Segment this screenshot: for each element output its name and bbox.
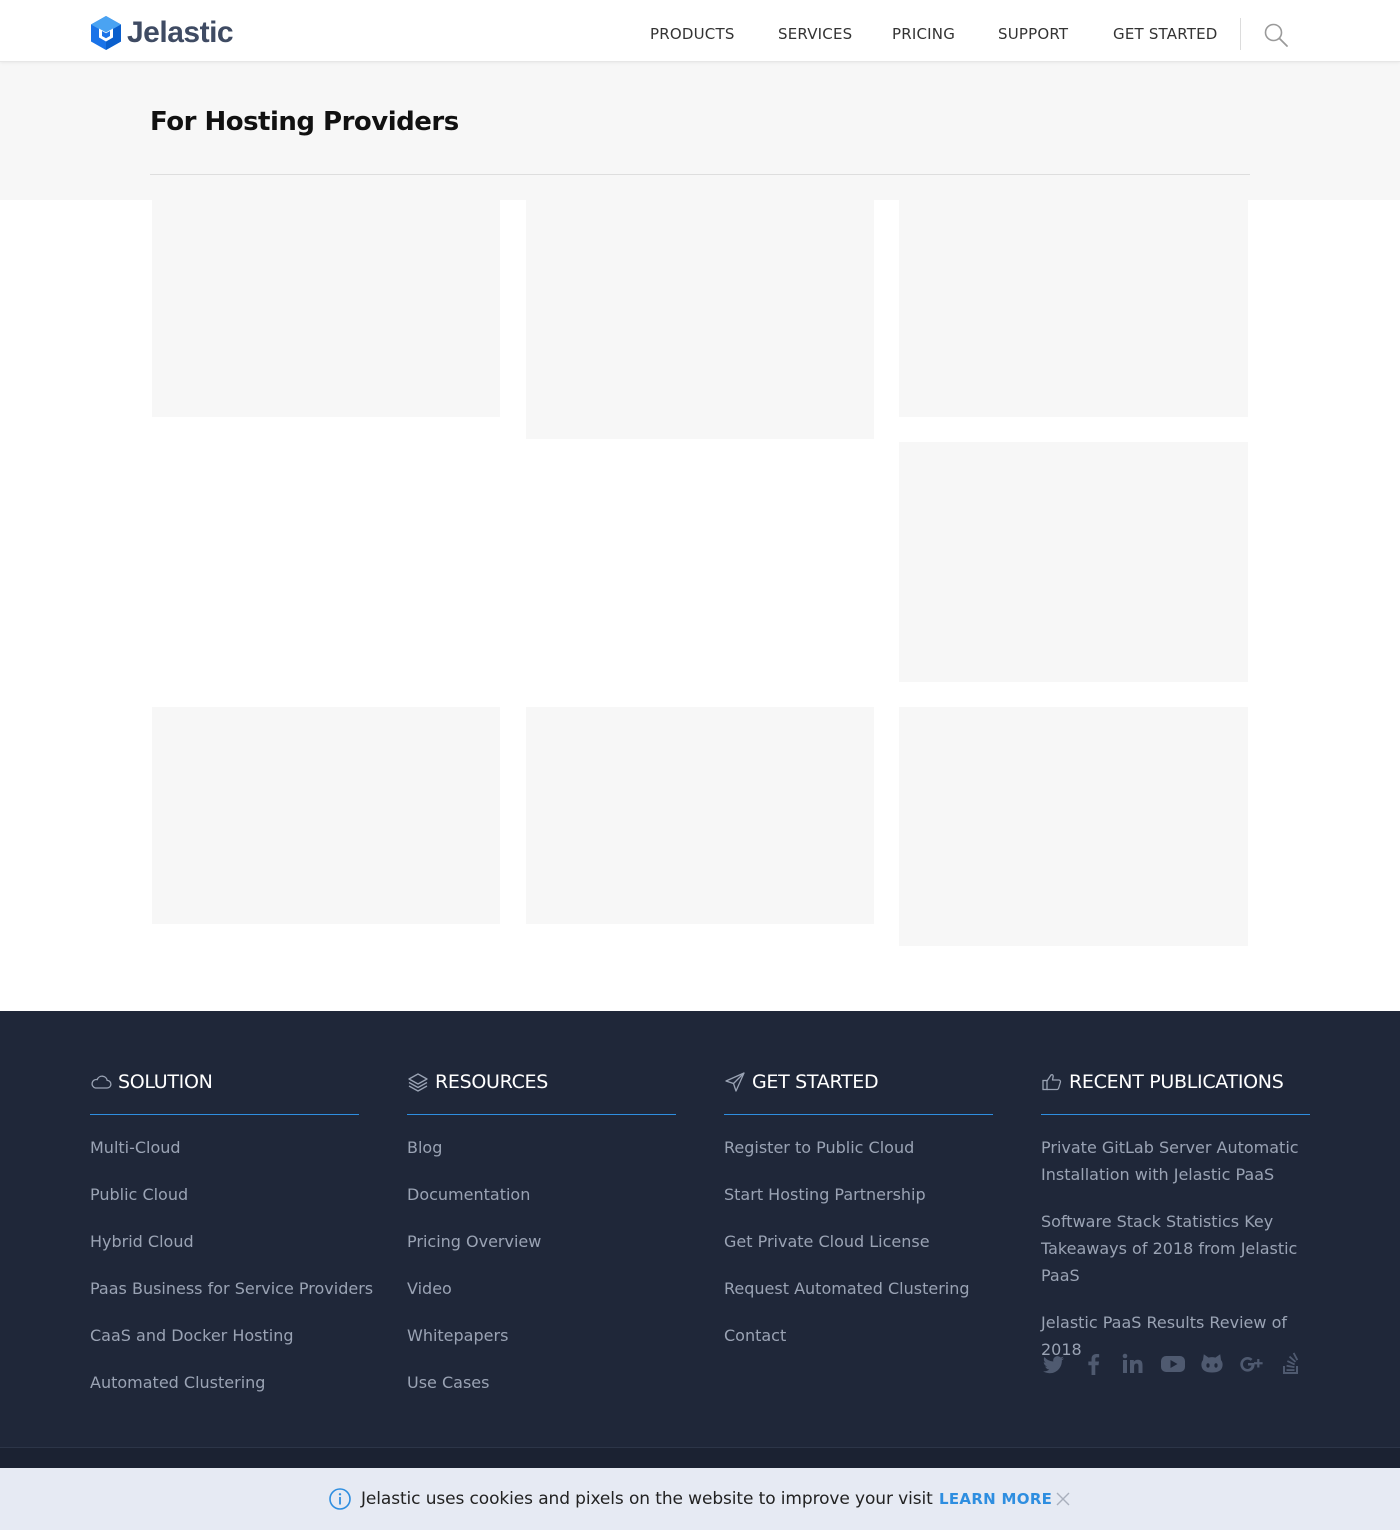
footer-heading-title: GET STARTED bbox=[752, 1071, 879, 1093]
github-icon[interactable] bbox=[1199, 1351, 1225, 1377]
footer-heading: RECENT PUBLICATIONS bbox=[1041, 1069, 1310, 1115]
content-card-placeholder bbox=[526, 707, 874, 924]
footer-link[interactable]: Automated Clustering bbox=[90, 1369, 265, 1396]
content-card-placeholder bbox=[152, 200, 500, 417]
content-card-placeholder bbox=[152, 707, 500, 924]
footer-link[interactable]: Contact bbox=[724, 1322, 786, 1349]
cookie-message: Jelastic uses cookies and pixels on the … bbox=[361, 1489, 933, 1509]
footer-heading-title: RECENT PUBLICATIONS bbox=[1069, 1071, 1284, 1093]
footer-link[interactable]: Video bbox=[407, 1275, 452, 1302]
jelastic-logo[interactable]: Jelastic bbox=[90, 15, 234, 51]
content-card-placeholder bbox=[526, 200, 874, 439]
footer-link[interactable]: Get Private Cloud License bbox=[724, 1228, 930, 1255]
footer-link[interactable]: Hybrid Cloud bbox=[90, 1228, 194, 1255]
nav-divider bbox=[1240, 18, 1241, 50]
learn-more-link[interactable]: LEARN MORE bbox=[939, 1488, 1052, 1510]
footer-heading-title: RESOURCES bbox=[435, 1071, 549, 1093]
stackoverflow-icon[interactable] bbox=[1278, 1351, 1304, 1377]
footer-link[interactable]: Start Hosting Partnership bbox=[724, 1181, 926, 1208]
cookie-banner: Jelastic uses cookies and pixels on the … bbox=[0, 1468, 1400, 1530]
logo-icon bbox=[91, 16, 121, 50]
logo-text: Jelastic bbox=[127, 16, 234, 49]
search-icon[interactable] bbox=[1263, 22, 1289, 48]
twitter-icon[interactable] bbox=[1041, 1351, 1067, 1377]
footer-link[interactable]: Pricing Overview bbox=[407, 1228, 541, 1255]
footer-link[interactable]: Paas Business for Service Providers bbox=[90, 1275, 373, 1302]
footer-heading: SOLUTION bbox=[90, 1069, 359, 1115]
nav-pricing[interactable]: PRICING bbox=[892, 24, 955, 44]
publication-link[interactable]: Software Stack Statistics Key Takeaways … bbox=[1041, 1208, 1310, 1289]
footer-link[interactable]: Documentation bbox=[407, 1181, 530, 1208]
footer-link[interactable]: Request Automated Clustering bbox=[724, 1275, 970, 1302]
footer-link[interactable]: Multi-Cloud bbox=[90, 1134, 181, 1161]
footer-heading: GET STARTED bbox=[724, 1069, 993, 1115]
nav-products[interactable]: PRODUCTS bbox=[650, 24, 735, 44]
linkedin-icon[interactable] bbox=[1120, 1351, 1146, 1377]
site-header: Jelastic PRODUCTS SERVICES PRICING SUPPO… bbox=[0, 0, 1400, 62]
nav-services[interactable]: SERVICES bbox=[778, 24, 852, 44]
layers-icon bbox=[408, 1073, 428, 1092]
close-icon[interactable] bbox=[1054, 1490, 1072, 1508]
youtube-icon[interactable] bbox=[1160, 1351, 1186, 1377]
footer-link[interactable]: CaaS and Docker Hosting bbox=[90, 1322, 294, 1349]
page-title: For Hosting Providers bbox=[150, 107, 459, 137]
footer-heading-title: SOLUTION bbox=[118, 1071, 213, 1093]
site-footer: SOLUTION Multi-Cloud Public Cloud Hybrid… bbox=[0, 1011, 1400, 1530]
footer-bottom-bar bbox=[0, 1448, 1400, 1470]
footer-link[interactable]: Use Cases bbox=[407, 1369, 489, 1396]
google-plus-icon[interactable] bbox=[1239, 1351, 1265, 1377]
info-icon bbox=[329, 1488, 351, 1510]
facebook-icon[interactable] bbox=[1081, 1351, 1107, 1377]
hero-divider bbox=[150, 174, 1250, 175]
cloud-icon bbox=[91, 1075, 112, 1089]
footer-link[interactable]: Whitepapers bbox=[407, 1322, 508, 1349]
footer-link[interactable]: Public Cloud bbox=[90, 1181, 188, 1208]
nav-support[interactable]: SUPPORT bbox=[998, 24, 1068, 44]
social-links bbox=[1041, 1351, 1318, 1377]
content-card-placeholder bbox=[899, 707, 1248, 946]
page-hero: For Hosting Providers bbox=[0, 62, 1400, 200]
publication-link[interactable]: Private GitLab Server Automatic Installa… bbox=[1041, 1134, 1310, 1188]
thumbs-up-icon bbox=[1042, 1074, 1062, 1091]
paper-plane-icon bbox=[725, 1072, 745, 1092]
content-card-placeholder bbox=[899, 442, 1248, 682]
footer-link[interactable]: Blog bbox=[407, 1134, 442, 1161]
footer-link[interactable]: Register to Public Cloud bbox=[724, 1134, 914, 1161]
footer-heading: RESOURCES bbox=[407, 1069, 676, 1115]
content-card-placeholder bbox=[899, 200, 1248, 417]
nav-get-started[interactable]: GET STARTED bbox=[1113, 24, 1218, 44]
